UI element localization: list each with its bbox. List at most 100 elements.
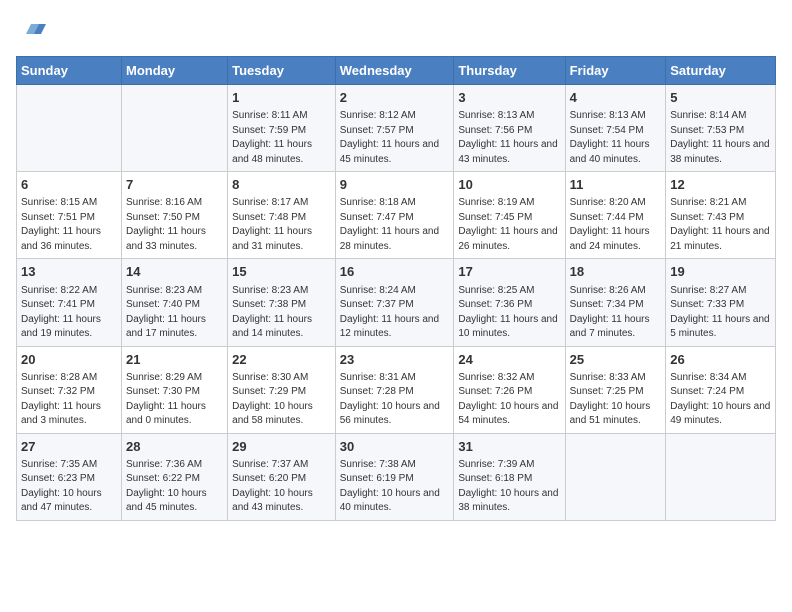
day-info: Sunrise: 8:32 AM Sunset: 7:26 PM Dayligh…	[458, 371, 560, 429]
calendar-table: SundayMondayTuesdayWednesdayThursdayFrid…	[16, 56, 776, 521]
calendar-cell: 16 Sunrise: 8:24 AM Sunset: 7:37 PM Dayli…	[335, 259, 454, 346]
day-number: 29	[232, 438, 331, 456]
day-info: Sunrise: 8:23 AM Sunset: 7:40 PM Dayligh…	[126, 284, 223, 342]
day-info: Sunrise: 8:21 AM Sunset: 7:43 PM Dayligh…	[670, 196, 771, 254]
calendar-cell: 10 Sunrise: 8:19 AM Sunset: 7:45 PM Dayli…	[454, 172, 565, 259]
calendar-week-row: 27 Sunrise: 7:35 AM Sunset: 6:23 PM Dayli…	[17, 433, 776, 520]
day-info: Sunrise: 7:37 AM Sunset: 6:20 PM Dayligh…	[232, 458, 331, 516]
day-number: 23	[340, 351, 450, 369]
calendar-cell: 11 Sunrise: 8:20 AM Sunset: 7:44 PM Dayli…	[565, 172, 666, 259]
day-info: Sunrise: 8:31 AM Sunset: 7:28 PM Dayligh…	[340, 371, 450, 429]
day-info: Sunrise: 8:11 AM Sunset: 7:59 PM Dayligh…	[232, 109, 331, 167]
day-number: 22	[232, 351, 331, 369]
calendar-cell	[17, 85, 122, 172]
calendar-cell: 22 Sunrise: 8:30 AM Sunset: 7:29 PM Dayli…	[228, 346, 336, 433]
calendar-header-row: SundayMondayTuesdayWednesdayThursdayFrid…	[17, 57, 776, 85]
calendar-week-row: 20 Sunrise: 8:28 AM Sunset: 7:32 PM Dayli…	[17, 346, 776, 433]
day-number: 28	[126, 438, 223, 456]
calendar-week-row: 13Sunrise: 8:22 AM Sunset: 7:41 PM Dayli…	[17, 259, 776, 346]
col-header-tuesday: Tuesday	[228, 57, 336, 85]
calendar-week-row: 6 Sunrise: 8:15 AM Sunset: 7:51 PM Daylig…	[17, 172, 776, 259]
calendar-cell: 27 Sunrise: 7:35 AM Sunset: 6:23 PM Dayli…	[17, 433, 122, 520]
day-info: Sunrise: 7:39 AM Sunset: 6:18 PM Dayligh…	[458, 458, 560, 516]
calendar-cell	[121, 85, 227, 172]
day-info: Sunrise: 8:22 AM Sunset: 7:41 PM Dayligh…	[21, 284, 117, 342]
calendar-cell: 20 Sunrise: 8:28 AM Sunset: 7:32 PM Dayli…	[17, 346, 122, 433]
calendar-cell: 3Sunrise: 8:13 AM Sunset: 7:56 PM Daylig…	[454, 85, 565, 172]
col-header-sunday: Sunday	[17, 57, 122, 85]
calendar-cell: 6 Sunrise: 8:15 AM Sunset: 7:51 PM Daylig…	[17, 172, 122, 259]
calendar-cell	[666, 433, 776, 520]
calendar-cell: 2 Sunrise: 8:12 AM Sunset: 7:57 PM Daylig…	[335, 85, 454, 172]
day-info: Sunrise: 8:34 AM Sunset: 7:24 PM Dayligh…	[670, 371, 771, 429]
day-number: 1	[232, 89, 331, 107]
day-number: 11	[570, 176, 662, 194]
day-number: 16	[340, 263, 450, 281]
day-info: Sunrise: 8:13 AM Sunset: 7:54 PM Dayligh…	[570, 109, 662, 167]
calendar-cell: 14 Sunrise: 8:23 AM Sunset: 7:40 PM Dayli…	[121, 259, 227, 346]
day-info: Sunrise: 8:23 AM Sunset: 7:38 PM Dayligh…	[232, 284, 331, 342]
calendar-cell: 1 Sunrise: 8:11 AM Sunset: 7:59 PM Daylig…	[228, 85, 336, 172]
day-number: 27	[21, 438, 117, 456]
calendar-cell	[565, 433, 666, 520]
col-header-monday: Monday	[121, 57, 227, 85]
day-number: 14	[126, 263, 223, 281]
day-info: Sunrise: 8:18 AM Sunset: 7:47 PM Dayligh…	[340, 196, 450, 254]
day-info: Sunrise: 8:33 AM Sunset: 7:25 PM Dayligh…	[570, 371, 662, 429]
calendar-cell: 13Sunrise: 8:22 AM Sunset: 7:41 PM Dayli…	[17, 259, 122, 346]
calendar-cell: 15 Sunrise: 8:23 AM Sunset: 7:38 PM Dayli…	[228, 259, 336, 346]
day-info: Sunrise: 8:20 AM Sunset: 7:44 PM Dayligh…	[570, 196, 662, 254]
logo	[16, 16, 50, 46]
calendar-cell: 30Sunrise: 7:38 AM Sunset: 6:19 PM Dayli…	[335, 433, 454, 520]
calendar-cell: 9Sunrise: 8:18 AM Sunset: 7:47 PM Daylig…	[335, 172, 454, 259]
col-header-thursday: Thursday	[454, 57, 565, 85]
day-number: 31	[458, 438, 560, 456]
day-number: 30	[340, 438, 450, 456]
day-number: 6	[21, 176, 117, 194]
day-info: Sunrise: 8:27 AM Sunset: 7:33 PM Dayligh…	[670, 284, 771, 342]
day-info: Sunrise: 7:35 AM Sunset: 6:23 PM Dayligh…	[21, 458, 117, 516]
day-info: Sunrise: 7:36 AM Sunset: 6:22 PM Dayligh…	[126, 458, 223, 516]
calendar-cell: 19 Sunrise: 8:27 AM Sunset: 7:33 PM Dayli…	[666, 259, 776, 346]
col-header-wednesday: Wednesday	[335, 57, 454, 85]
day-info: Sunrise: 8:12 AM Sunset: 7:57 PM Dayligh…	[340, 109, 450, 167]
logo-icon	[16, 16, 46, 46]
day-info: Sunrise: 8:26 AM Sunset: 7:34 PM Dayligh…	[570, 284, 662, 342]
calendar-cell: 26 Sunrise: 8:34 AM Sunset: 7:24 PM Dayli…	[666, 346, 776, 433]
day-info: Sunrise: 8:28 AM Sunset: 7:32 PM Dayligh…	[21, 371, 117, 429]
calendar-cell: 5Sunrise: 8:14 AM Sunset: 7:53 PM Daylig…	[666, 85, 776, 172]
calendar-cell: 29 Sunrise: 7:37 AM Sunset: 6:20 PM Dayli…	[228, 433, 336, 520]
page-container: SundayMondayTuesdayWednesdayThursdayFrid…	[0, 0, 792, 529]
day-number: 20	[21, 351, 117, 369]
calendar-cell: 28 Sunrise: 7:36 AM Sunset: 6:22 PM Dayli…	[121, 433, 227, 520]
col-header-friday: Friday	[565, 57, 666, 85]
day-info: Sunrise: 8:19 AM Sunset: 7:45 PM Dayligh…	[458, 196, 560, 254]
day-number: 4	[570, 89, 662, 107]
calendar-cell: 8Sunrise: 8:17 AM Sunset: 7:48 PM Daylig…	[228, 172, 336, 259]
day-number: 10	[458, 176, 560, 194]
calendar-cell: 12Sunrise: 8:21 AM Sunset: 7:43 PM Dayli…	[666, 172, 776, 259]
day-number: 15	[232, 263, 331, 281]
calendar-week-row: 1 Sunrise: 8:11 AM Sunset: 7:59 PM Daylig…	[17, 85, 776, 172]
day-number: 26	[670, 351, 771, 369]
day-number: 25	[570, 351, 662, 369]
day-info: Sunrise: 8:17 AM Sunset: 7:48 PM Dayligh…	[232, 196, 331, 254]
day-number: 19	[670, 263, 771, 281]
day-number: 18	[570, 263, 662, 281]
calendar-cell: 4 Sunrise: 8:13 AM Sunset: 7:54 PM Daylig…	[565, 85, 666, 172]
day-info: Sunrise: 8:30 AM Sunset: 7:29 PM Dayligh…	[232, 371, 331, 429]
day-info: Sunrise: 8:15 AM Sunset: 7:51 PM Dayligh…	[21, 196, 117, 254]
calendar-cell: 24Sunrise: 8:32 AM Sunset: 7:26 PM Dayli…	[454, 346, 565, 433]
calendar-cell: 17Sunrise: 8:25 AM Sunset: 7:36 PM Dayli…	[454, 259, 565, 346]
day-number: 7	[126, 176, 223, 194]
calendar-cell: 21Sunrise: 8:29 AM Sunset: 7:30 PM Dayli…	[121, 346, 227, 433]
calendar-cell: 31 Sunrise: 7:39 AM Sunset: 6:18 PM Dayli…	[454, 433, 565, 520]
day-number: 2	[340, 89, 450, 107]
day-info: Sunrise: 8:24 AM Sunset: 7:37 PM Dayligh…	[340, 284, 450, 342]
col-header-saturday: Saturday	[666, 57, 776, 85]
calendar-cell: 18 Sunrise: 8:26 AM Sunset: 7:34 PM Dayli…	[565, 259, 666, 346]
day-info: Sunrise: 8:13 AM Sunset: 7:56 PM Dayligh…	[458, 109, 560, 167]
calendar-cell: 23 Sunrise: 8:31 AM Sunset: 7:28 PM Dayli…	[335, 346, 454, 433]
day-info: Sunrise: 8:14 AM Sunset: 7:53 PM Dayligh…	[670, 109, 771, 167]
calendar-cell: 25 Sunrise: 8:33 AM Sunset: 7:25 PM Dayli…	[565, 346, 666, 433]
